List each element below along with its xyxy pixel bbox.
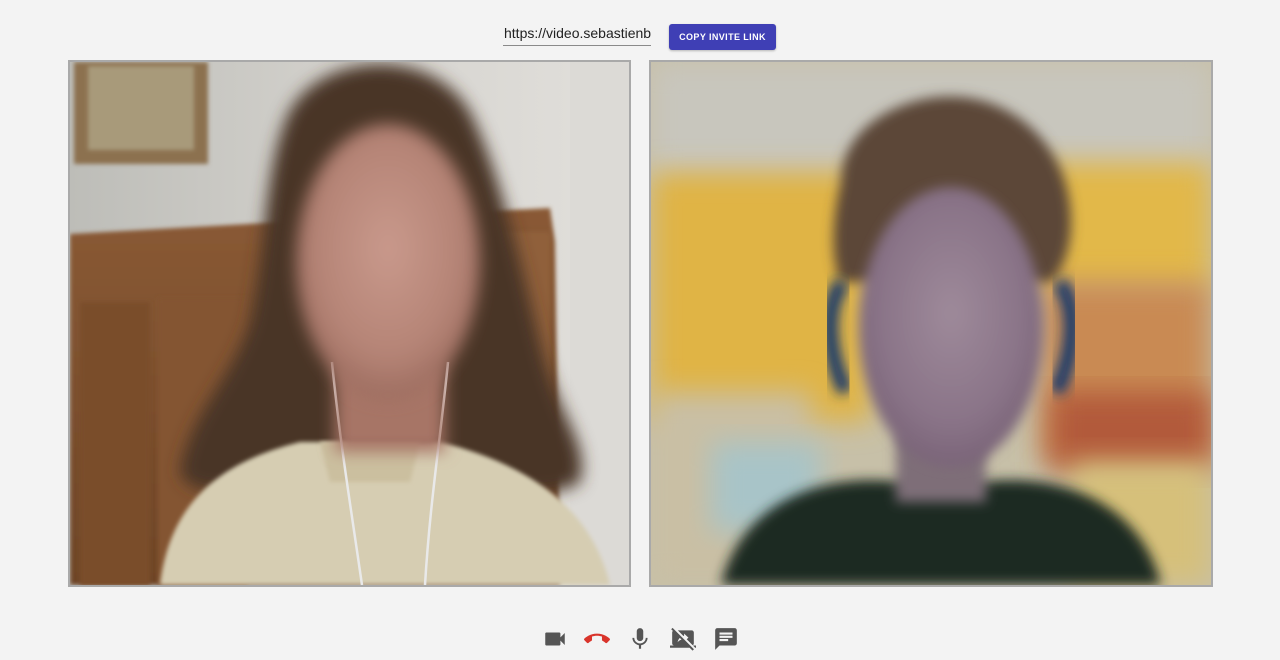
- screen-share-button[interactable]: [670, 626, 696, 652]
- screen-share-off-icon: [670, 627, 696, 651]
- hangup-icon: [584, 633, 610, 644]
- call-controls: [540, 626, 740, 652]
- chat-icon: [715, 628, 737, 650]
- chat-button[interactable]: [713, 626, 739, 652]
- invite-bar: COPY INVITE LINK: [0, 18, 1280, 52]
- invite-link-input[interactable]: [503, 20, 651, 46]
- microphone-icon: [632, 628, 648, 649]
- local-video: [68, 60, 631, 587]
- remote-video: [649, 60, 1213, 587]
- camera-toggle-button[interactable]: [542, 626, 568, 652]
- hangup-button[interactable]: [584, 626, 610, 652]
- copy-invite-link-button[interactable]: COPY INVITE LINK: [669, 24, 776, 50]
- microphone-toggle-button[interactable]: [627, 626, 653, 652]
- camera-icon: [545, 632, 565, 646]
